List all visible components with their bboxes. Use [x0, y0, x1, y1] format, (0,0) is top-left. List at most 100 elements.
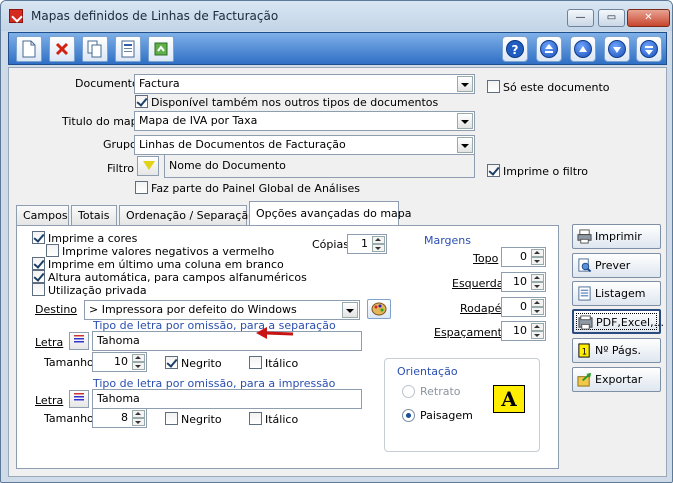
imp-tamanho-label: Tamanho	[44, 412, 94, 425]
copias-spin-icon[interactable]	[372, 236, 385, 252]
titulo-select[interactable]: Mapa de IVA por Taxa	[134, 111, 475, 131]
sep-italico-label: Itálico	[265, 357, 299, 370]
sep-font-value: Tahoma	[97, 334, 140, 347]
grupo-label: Grupo	[103, 138, 137, 151]
sep-font-picker-button[interactable]	[69, 332, 89, 350]
sep-negrito-label: Negrito	[181, 357, 222, 370]
copias-value: 1	[361, 237, 368, 250]
imp-font-field[interactable]: Tahoma	[92, 389, 362, 409]
sep-font-field[interactable]: Tahoma	[92, 331, 362, 351]
documento-dropdown-icon[interactable]	[457, 76, 473, 92]
sep-negrito-checkbox[interactable]	[165, 356, 178, 369]
sep-size-spin-icon[interactable]	[132, 354, 145, 370]
ultimo-branco-label: Imprime em último uma coluna em branco	[48, 258, 284, 271]
rodape-label: Rodapé	[460, 302, 502, 315]
printer-setup-button[interactable]	[367, 299, 391, 319]
copias-label: Cópias	[312, 238, 349, 251]
first-record-button[interactable]	[536, 36, 562, 62]
sep-italico-checkbox[interactable]	[249, 356, 262, 369]
imp-size-spin-icon[interactable]	[132, 410, 145, 426]
espacamento-stepper[interactable]: 10	[501, 321, 546, 341]
imp-size-stepper[interactable]: 8	[92, 408, 147, 428]
documento-select[interactable]: Factura	[134, 74, 475, 94]
rodape-stepper[interactable]: 0	[501, 297, 546, 317]
destino-dropdown-icon[interactable]	[342, 302, 358, 318]
topo-value: 0	[520, 250, 527, 263]
topo-spin-icon[interactable]	[531, 249, 544, 265]
imp-italico-checkbox[interactable]	[249, 412, 262, 425]
topo-stepper[interactable]: 0	[501, 247, 546, 267]
next-record-icon	[608, 40, 626, 58]
imp-font-picker-button[interactable]	[69, 390, 89, 408]
last-record-button[interactable]	[636, 36, 662, 62]
espacamento-spin-icon[interactable]	[531, 323, 544, 339]
maximize-button[interactable]: ▭	[598, 9, 625, 27]
help-button[interactable]: ?	[502, 36, 528, 62]
copias-stepper[interactable]: 1	[347, 234, 387, 254]
sep-size-value: 10	[114, 355, 128, 368]
imprime-filtro-checkbox[interactable]	[487, 164, 500, 177]
filtro-field[interactable]: Nome do Documento	[164, 154, 475, 178]
pdf-excel-button[interactable]: PDF,Excel,...	[572, 309, 664, 334]
disponivel-outros-label: Disponível também nos outros tipos de do…	[151, 96, 439, 109]
copy-button[interactable]	[82, 36, 108, 62]
paisagem-radio[interactable]	[402, 409, 415, 422]
window-title: Mapas definidos de Linhas de Facturação	[31, 9, 279, 23]
next-record-button[interactable]	[604, 36, 630, 62]
rodape-spin-icon[interactable]	[531, 299, 544, 315]
delete-button[interactable]	[49, 36, 75, 62]
new-button[interactable]	[16, 36, 42, 62]
disponivel-outros-checkbox[interactable]	[135, 95, 148, 108]
listagem-button[interactable]: Listagem	[572, 281, 661, 306]
destino-value: > Impressora por defeito do Windows	[89, 303, 297, 316]
utilizacao-privada-checkbox[interactable]	[32, 283, 45, 296]
titulo-dropdown-icon[interactable]	[457, 113, 473, 129]
dialog-window: Mapas definidos de Linhas de Facturação …	[0, 0, 673, 483]
tab-campos[interactable]: Campos	[16, 205, 69, 226]
grupo-dropdown-icon[interactable]	[457, 137, 473, 153]
retrato-label: Retrato	[420, 385, 461, 398]
destino-select[interactable]: > Impressora por defeito do Windows	[84, 300, 360, 320]
esquerda-spin-icon[interactable]	[531, 274, 544, 290]
exportar-button[interactable]: Exportar	[572, 367, 661, 392]
tab-totais[interactable]: Totais	[71, 205, 117, 226]
imprime-cores-checkbox[interactable]	[32, 231, 45, 244]
imprimir-button[interactable]: Imprimir	[572, 224, 661, 249]
app-icon	[9, 9, 23, 23]
imp-font-value: Tahoma	[97, 392, 140, 405]
close-button[interactable]: ✕	[627, 9, 670, 27]
refresh-button[interactable]	[148, 36, 174, 62]
minimize-button[interactable]: —	[567, 9, 594, 27]
n-pags-label: Nº Págs.	[595, 344, 641, 357]
page-count-icon: 1	[578, 343, 590, 358]
esquerda-stepper[interactable]: 10	[501, 272, 546, 292]
n-pags-button[interactable]: 1 Nº Págs.	[572, 338, 661, 363]
so-este-documento-label: Só este documento	[503, 81, 610, 94]
ultimo-branco-checkbox[interactable]	[32, 257, 45, 270]
prever-button[interactable]: Prever	[572, 253, 661, 278]
listagem-label: Listagem	[595, 287, 646, 300]
esquerda-label: Esquerda	[452, 277, 504, 290]
filter-button[interactable]	[137, 156, 159, 176]
filtro-value: Nome do Documento	[169, 159, 286, 172]
properties-button[interactable]	[115, 36, 141, 62]
sep-size-stepper[interactable]: 10	[92, 352, 147, 372]
utilizacao-privada-label: Utilização privada	[48, 284, 147, 297]
so-este-documento-checkbox[interactable]	[487, 80, 500, 93]
painel-global-checkbox[interactable]	[135, 181, 148, 194]
filtro-label: Filtro	[107, 162, 134, 175]
previous-record-button[interactable]	[570, 36, 596, 62]
imp-italico-label: Itálico	[265, 413, 299, 426]
title-bar: Mapas definidos de Linhas de Facturação …	[1, 1, 672, 31]
imp-negrito-checkbox[interactable]	[165, 412, 178, 425]
tab-opcoes-avancadas[interactable]: Opções avançadas do mapa	[249, 201, 412, 226]
font-list-icon	[74, 393, 84, 401]
valores-negativos-checkbox[interactable]	[46, 244, 59, 257]
altura-automatica-checkbox[interactable]	[32, 270, 45, 283]
refresh-icon	[154, 42, 168, 56]
altura-automatica-label: Altura automática, para campos alfanumér…	[48, 271, 307, 284]
font-list-icon	[74, 335, 84, 343]
tab-ordenacao[interactable]: Ordenação / Separação	[119, 205, 255, 226]
retrato-radio[interactable]	[402, 385, 415, 398]
grupo-select[interactable]: Linhas de Documentos de Facturação	[134, 135, 475, 155]
